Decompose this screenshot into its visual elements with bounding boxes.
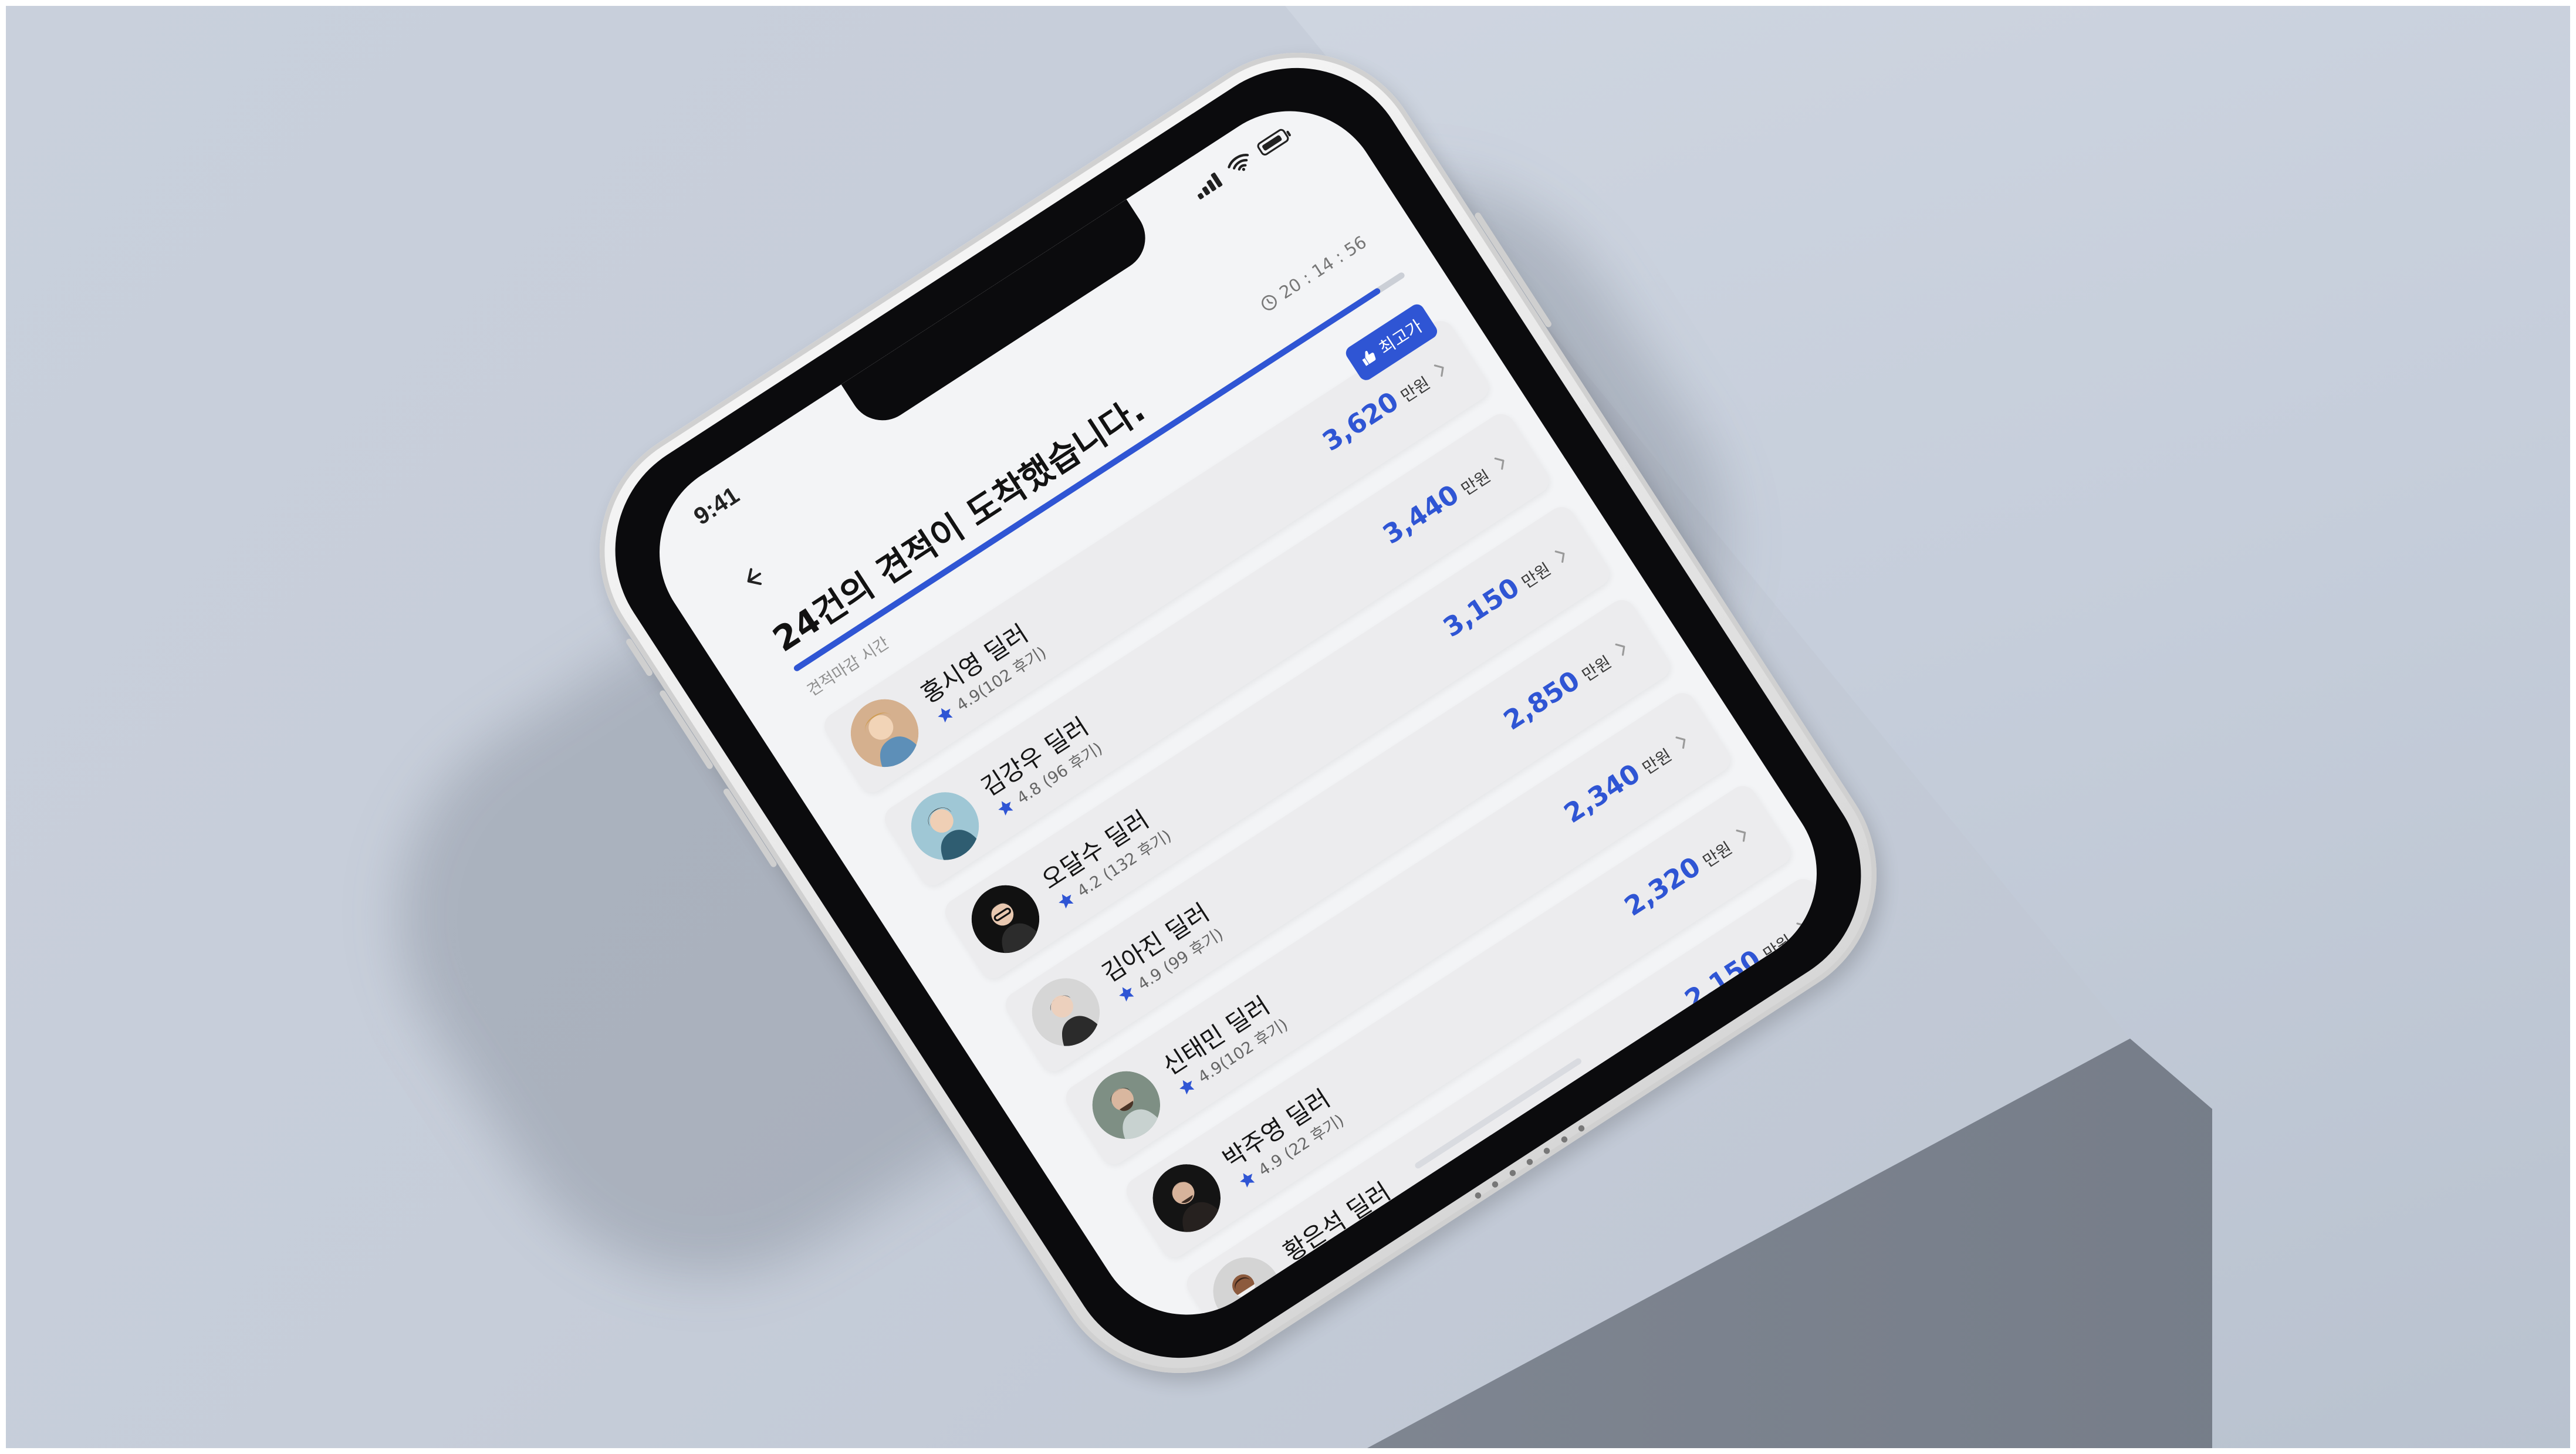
price-value: 2,150 xyxy=(1679,944,1767,1016)
price-value: 2,850 xyxy=(1498,665,1586,737)
star-icon xyxy=(1179,1080,1195,1094)
price-unit: 만원 xyxy=(1639,745,1676,779)
price-unit: 만원 xyxy=(1397,373,1434,407)
price-unit: 만원 xyxy=(1518,559,1555,593)
dealer-avatar xyxy=(1079,1059,1173,1152)
chevron-right-icon xyxy=(1615,643,1625,656)
price-value: 3,440 xyxy=(1377,479,1465,551)
star-icon xyxy=(1118,986,1134,1002)
chevron-right-icon xyxy=(1796,922,1807,935)
chevron-right-icon xyxy=(1675,736,1686,749)
price-display: 2,340 만원 xyxy=(1559,725,1696,830)
price-display: 2,150 만원 xyxy=(1679,911,1817,1016)
price-value: 2,340 xyxy=(1559,758,1646,830)
arrow-left-icon[interactable] xyxy=(732,558,773,599)
star-icon xyxy=(998,800,1013,816)
chevron-right-icon xyxy=(1554,550,1565,563)
price-unit: 만원 xyxy=(1578,652,1615,686)
price-value: 3,620 xyxy=(1317,386,1405,458)
battery-icon xyxy=(1255,127,1291,157)
dealer-avatar xyxy=(959,873,1053,966)
star-icon xyxy=(1300,1266,1315,1280)
star-icon xyxy=(1058,894,1074,908)
dealer-avatar xyxy=(1019,965,1113,1059)
star-icon xyxy=(1239,1172,1255,1188)
price-unit: 만원 xyxy=(1760,931,1797,965)
star-icon xyxy=(938,708,953,722)
timer-value: 20 : 14 : 56 xyxy=(1276,232,1371,303)
price-display: 3,620 만원 xyxy=(1317,353,1455,458)
scene-background: 9:41 24건의 견적이 도착했습니다. 20: 14: 56 견적마감 … xyxy=(6,6,2570,1448)
price-unit: 만원 xyxy=(1699,838,1736,872)
price-value: 3,150 xyxy=(1438,572,1526,644)
chevron-right-icon xyxy=(1494,457,1505,470)
price-display: 3,150 만원 xyxy=(1438,539,1576,644)
chevron-right-icon xyxy=(1434,364,1444,377)
wifi-icon xyxy=(1228,154,1249,171)
price-display: 2,320 만원 xyxy=(1619,819,1756,923)
dealer-avatar xyxy=(898,779,992,873)
dealer-avatar xyxy=(1140,1151,1233,1245)
top-price-label: 최고가 xyxy=(1375,316,1426,359)
thumbs-up-icon xyxy=(1362,351,1376,366)
chevron-right-icon xyxy=(1736,829,1746,842)
clock-icon xyxy=(1261,295,1277,310)
price-value: 2,320 xyxy=(1619,851,1706,923)
price-display: 3,440 만원 xyxy=(1378,446,1515,550)
price-unit: 만원 xyxy=(1458,466,1495,500)
dealer-avatar xyxy=(838,687,932,780)
signal-icon xyxy=(1191,169,1225,200)
status-time: 9:41 xyxy=(689,482,745,530)
status-icons xyxy=(1191,126,1291,200)
price-display: 2,850 만원 xyxy=(1499,632,1636,736)
